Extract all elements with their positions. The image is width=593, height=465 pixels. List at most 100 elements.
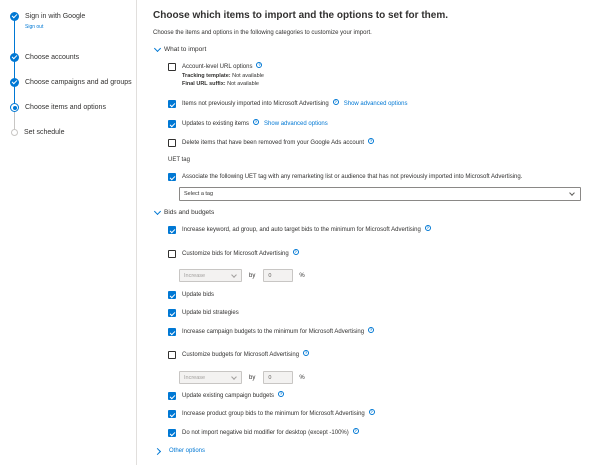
show-advanced-options-link[interactable]: Show advanced options (344, 100, 408, 108)
increase-bids-option[interactable]: Increase keyword, ad group, and auto tar… (168, 225, 431, 234)
checkbox[interactable] (168, 120, 176, 128)
by-label: by (249, 272, 256, 279)
chevron-down-icon (231, 373, 237, 380)
help-icon[interactable]: ? (256, 62, 263, 68)
increase-campaign-budgets-option[interactable]: Increase campaign budgets to the minimum… (168, 327, 375, 336)
no-negative-modifier-option[interactable]: Do not import negative bid modifier for … (168, 428, 359, 437)
checkbox[interactable] (168, 429, 176, 437)
increase-product-group-bids-option[interactable]: Increase product group bids to the minim… (168, 409, 375, 418)
check-icon (10, 53, 19, 62)
option-label: Increase campaign budgets to the minimum… (182, 329, 365, 335)
step-choose-accounts[interactable]: Choose accounts (10, 53, 79, 62)
select-value: Increase (184, 272, 206, 279)
chevron-down-icon (153, 207, 162, 216)
checkbox[interactable] (168, 226, 176, 234)
checkbox[interactable] (168, 139, 176, 147)
step-label: Set schedule (24, 129, 65, 136)
delete-removed-option[interactable]: Delete items that have been removed from… (168, 138, 375, 147)
input-value: 0 (268, 374, 272, 381)
account-level-details: Tracking template: Not available Final U… (182, 73, 264, 88)
step-set-schedule[interactable]: Set schedule (10, 128, 64, 137)
option-label: Increase product group bids to the minim… (182, 411, 365, 417)
checkbox[interactable] (168, 351, 176, 359)
step-choose-campaigns[interactable]: Choose campaigns and ad groups (10, 78, 132, 87)
final-url-suffix-value: Not available (227, 80, 259, 87)
uet-tag-label: UET tag (168, 157, 190, 163)
step-choose-items[interactable]: Choose items and options (10, 103, 106, 112)
step-label: Choose items and options (25, 104, 106, 111)
current-step-icon (10, 103, 19, 112)
help-icon[interactable]: ? (332, 99, 339, 105)
items-not-imported-option[interactable]: Items not previously imported into Micro… (168, 99, 408, 108)
chevron-down-icon (231, 271, 237, 278)
budgets-percent-input[interactable]: 0 (263, 371, 294, 384)
help-icon[interactable]: ? (368, 409, 375, 415)
select-value: Increase (184, 374, 206, 381)
option-label: Customize bids for Microsoft Advertising (182, 251, 289, 257)
what-to-import-toggle[interactable]: What to import (153, 44, 207, 53)
wizard-stepper: Sign in with Google Sign out Choose acco… (0, 0, 137, 465)
show-advanced-options-link[interactable]: Show advanced options (264, 120, 328, 128)
sign-out-link[interactable]: Sign out (25, 23, 85, 32)
checkbox[interactable] (168, 173, 176, 181)
bids-adjust-controls: Increase by 0 % (179, 269, 305, 282)
step-label: Choose campaigns and ad groups (25, 79, 132, 86)
checkbox[interactable] (168, 63, 176, 71)
pending-step-icon (11, 129, 18, 136)
bids-and-budgets-toggle[interactable]: Bids and budgets (153, 207, 214, 216)
checkbox[interactable] (168, 309, 176, 317)
bids-direction-select[interactable]: Increase (179, 269, 242, 282)
associate-uet-option[interactable]: Associate the following UET tag with any… (168, 173, 522, 181)
account-level-url-option[interactable]: Account-level URL options ? (168, 62, 263, 71)
help-icon[interactable]: ? (292, 249, 299, 255)
option-label: Update existing campaign budgets (182, 393, 275, 399)
update-bid-strategies-option[interactable]: Update bid strategies (168, 309, 239, 317)
help-icon[interactable]: ? (368, 327, 375, 333)
checkbox[interactable] (168, 100, 176, 108)
help-icon[interactable]: ? (368, 138, 375, 144)
option-label: Increase keyword, ad group, and auto tar… (182, 227, 421, 233)
option-label: Updates to existing items (182, 121, 250, 127)
step-sign-in[interactable]: Sign in with Google Sign out (10, 12, 85, 32)
page-description: Choose the items and options in the foll… (153, 30, 372, 36)
checkbox[interactable] (168, 392, 176, 400)
option-label: Items not previously imported into Micro… (182, 101, 329, 107)
option-label: Update bid strategies (182, 310, 239, 316)
checkbox[interactable] (168, 291, 176, 299)
tracking-template-label: Tracking template: (182, 73, 231, 79)
chevron-down-icon (153, 44, 162, 53)
chevron-down-icon (569, 190, 575, 196)
page-title: Choose which items to import and the opt… (153, 10, 449, 21)
checkbox[interactable] (168, 410, 176, 418)
step-label: Sign in with Google (25, 13, 86, 20)
section-label: What to import (164, 46, 207, 53)
customize-bids-option[interactable]: Customize bids for Microsoft Advertising… (168, 249, 299, 258)
help-icon[interactable]: ? (278, 391, 285, 397)
option-label: Delete items that have been removed from… (182, 140, 365, 146)
checkbox[interactable] (168, 328, 176, 336)
update-bids-option[interactable]: Update bids (168, 291, 214, 299)
help-icon[interactable]: ? (303, 350, 310, 356)
uet-tag-select[interactable]: Select a tag (179, 187, 581, 201)
update-campaign-budgets-option[interactable]: Update existing campaign budgets ? (168, 391, 285, 400)
checkbox[interactable] (168, 250, 176, 258)
bids-percent-input[interactable]: 0 (263, 269, 294, 282)
option-label: Update bids (182, 292, 215, 298)
budgets-adjust-controls: Increase by 0 % (179, 371, 305, 384)
other-options-toggle[interactable]: Other options (153, 447, 205, 455)
option-label: Customize budgets for Microsoft Advertis… (182, 352, 300, 358)
budgets-direction-select[interactable]: Increase (179, 371, 242, 384)
percent-label: % (299, 272, 305, 279)
check-icon (10, 12, 19, 21)
help-icon[interactable]: ? (352, 428, 359, 434)
help-icon[interactable]: ? (424, 225, 431, 231)
customize-budgets-option[interactable]: Customize budgets for Microsoft Advertis… (168, 350, 310, 359)
option-label: Associate the following UET tag with any… (182, 174, 523, 180)
help-icon[interactable]: ? (253, 119, 260, 125)
step-label: Choose accounts (25, 54, 80, 61)
chevron-right-icon (153, 447, 162, 455)
select-value: Select a tag (184, 191, 214, 197)
option-label: Do not import negative bid modifier for … (182, 430, 349, 436)
final-url-suffix-label: Final URL suffix: (182, 80, 226, 87)
updates-existing-option[interactable]: Updates to existing items ? Show advance… (168, 119, 328, 128)
